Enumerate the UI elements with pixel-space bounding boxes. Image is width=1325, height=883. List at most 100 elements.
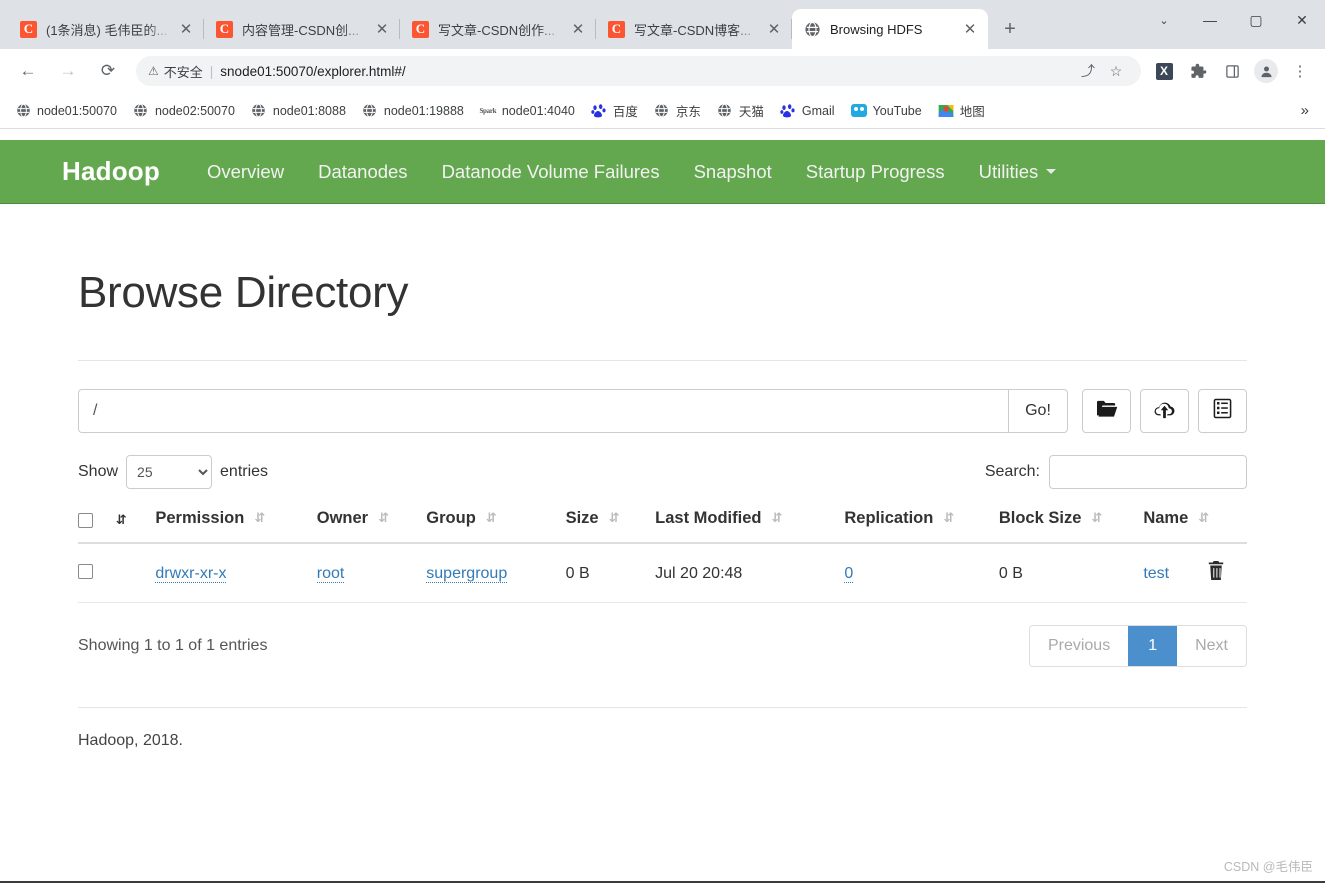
browser-tab[interactable]: C (1条消息) 毛伟臣的... ✕ (8, 9, 204, 49)
bookmark-item[interactable]: node01:19888 (355, 99, 471, 123)
bookmark-item[interactable]: node02:50070 (126, 99, 242, 123)
reload-icon[interactable]: ⟳ (92, 55, 124, 87)
th-sort-indicator[interactable]: ⇵ (115, 509, 156, 544)
browser-tab[interactable]: C 内容管理-CSDN创... ✕ (204, 9, 400, 49)
omnibox-divider: | (209, 63, 214, 79)
replication-value[interactable]: 0 (844, 564, 854, 583)
close-icon[interactable]: ✕ (176, 19, 196, 39)
table-controls: Show 25 50 100 entries Search: (78, 455, 1247, 489)
hadoop-brand[interactable]: Hadoop (62, 156, 160, 187)
tab-search-icon[interactable]: ⌄ (1141, 0, 1187, 40)
bookmark-item[interactable]: 天猫 (710, 97, 771, 124)
nav-datanodes[interactable]: Datanodes (301, 161, 424, 183)
page-title: Browse Directory (78, 268, 409, 317)
puzzle-icon[interactable] (1184, 57, 1212, 85)
profile-avatar-icon[interactable] (1252, 57, 1280, 85)
th-permission[interactable]: Permission ⇵ (155, 509, 317, 544)
th-group[interactable]: Group ⇵ (426, 509, 566, 544)
th-select-all[interactable] (78, 509, 116, 544)
cell-name[interactable]: test (1143, 543, 1208, 603)
watermark: CSDN @毛伟臣 (1223, 860, 1313, 874)
create-directory-button[interactable] (1082, 389, 1131, 433)
th-permission-label: Permission (155, 509, 245, 527)
close-icon[interactable]: ✕ (764, 19, 784, 39)
sidepanel-icon[interactable] (1218, 57, 1246, 85)
kebab-menu-icon[interactable]: ⋮ (1286, 57, 1314, 85)
permission-value[interactable]: drwxr-xr-x (155, 564, 227, 583)
th-block-size[interactable]: Block Size ⇵ (998, 509, 1144, 544)
close-icon[interactable]: ✕ (372, 19, 392, 39)
browser-tab-active[interactable]: Browsing HDFS ✕ (792, 9, 988, 49)
cut-paste-button[interactable] (1198, 389, 1247, 433)
address-bar[interactable]: ⚠ 不安全 | snode01:50070/explorer.html#/ ⤴ … (136, 56, 1141, 86)
select-all-checkbox[interactable] (78, 513, 93, 528)
bookmark-item[interactable]: node01:50070 (8, 99, 124, 123)
pagination-next[interactable]: Next (1177, 626, 1246, 666)
th-size[interactable]: Size ⇵ (565, 509, 656, 544)
nav-utilities[interactable]: Utilities (962, 161, 1074, 183)
star-icon[interactable]: ☆ (1103, 58, 1129, 84)
extension-x-icon[interactable]: X (1150, 57, 1178, 85)
browser-tab[interactable]: C 写文章-CSDN博客... ✕ (596, 9, 792, 49)
th-name[interactable]: Name ⇵ (1143, 509, 1209, 544)
cell-group[interactable]: supergroup (426, 543, 566, 603)
row-checkbox[interactable] (78, 563, 93, 579)
close-icon[interactable]: ✕ (960, 19, 980, 39)
bookmark-item[interactable]: Spark node01:4040 (473, 99, 582, 123)
go-button[interactable]: Go! (1008, 389, 1068, 433)
owner-value[interactable]: root (316, 564, 345, 583)
bookmark-item[interactable]: Gmail (773, 99, 842, 123)
bookmarks-overflow-button[interactable]: » (1293, 98, 1317, 123)
share-icon[interactable]: ⤴ (1075, 58, 1101, 84)
page-length-select[interactable]: 25 50 100 (126, 455, 213, 489)
th-last-modified[interactable]: Last Modified ⇵ (655, 509, 845, 544)
th-owner[interactable]: Owner ⇵ (316, 509, 427, 544)
table-row[interactable]: drwxr-xr-x root supergroup 0 B Jul 20 20… (78, 543, 1247, 603)
globe-icon (717, 103, 733, 119)
path-input[interactable] (78, 389, 1008, 433)
upload-files-button[interactable] (1140, 389, 1189, 433)
bookmark-item[interactable]: node01:8088 (244, 99, 353, 123)
bookmark-label: 地图 (959, 105, 985, 119)
group-value[interactable]: supergroup (426, 564, 508, 583)
th-actions (1207, 509, 1247, 544)
close-window-button[interactable]: ✕ (1279, 0, 1325, 40)
sort-icon: ⇵ (254, 511, 265, 526)
maximize-button[interactable]: ▢ (1233, 0, 1279, 40)
cell-replication[interactable]: 0 (844, 543, 999, 603)
th-replication[interactable]: Replication ⇵ (844, 509, 999, 544)
pagination-page-1[interactable]: 1 (1128, 626, 1178, 666)
bookmark-item[interactable]: YouTube (844, 99, 929, 123)
nav-snapshot[interactable]: Snapshot (677, 161, 789, 183)
bookmark-item[interactable]: 京东 (647, 97, 708, 124)
forward-icon[interactable]: → (52, 55, 84, 87)
new-tab-button[interactable]: + (996, 15, 1024, 43)
bookmark-label: node01:50070 (37, 103, 117, 118)
search-input[interactable] (1049, 455, 1247, 489)
nav-datanode-volume-failures[interactable]: Datanode Volume Failures (425, 161, 677, 183)
trash-icon[interactable] (1207, 561, 1225, 585)
search-control: Search: (985, 455, 1247, 489)
cell-permission[interactable]: drwxr-xr-x (155, 543, 317, 603)
cell-select[interactable] (78, 543, 116, 603)
bookmark-item[interactable]: 地图 (931, 97, 992, 124)
back-icon[interactable]: ← (12, 55, 44, 87)
browser-tab[interactable]: C 写文章-CSDN创作... ✕ (400, 9, 596, 49)
globe-icon (362, 103, 378, 119)
th-block-size-label: Block Size (998, 509, 1082, 527)
browser-window: C (1条消息) 毛伟臣的... ✕ C 内容管理-CSDN创... ✕ C 写… (0, 0, 1325, 883)
pagination-previous[interactable]: Previous (1029, 626, 1129, 666)
nav-startup-progress[interactable]: Startup Progress (789, 161, 962, 183)
minimize-button[interactable]: — (1187, 0, 1233, 40)
nav-overview[interactable]: Overview (190, 161, 301, 183)
cell-owner[interactable]: root (316, 543, 427, 603)
page-content: Hadoop Overview Datanodes Datanode Volum… (0, 140, 1325, 883)
bookmark-item[interactable]: 百度 (584, 97, 645, 124)
bookmark-label: node02:50070 (154, 103, 235, 118)
file-name-link[interactable]: test (1143, 565, 1169, 582)
close-icon[interactable]: ✕ (568, 19, 588, 39)
cell-delete[interactable] (1207, 543, 1247, 603)
footer-text: Hadoop, 2018. (78, 732, 183, 749)
table-footer: Showing 1 to 1 of 1 entries Previous 1 N… (78, 625, 1247, 667)
cell-size: 0 B (565, 543, 656, 603)
